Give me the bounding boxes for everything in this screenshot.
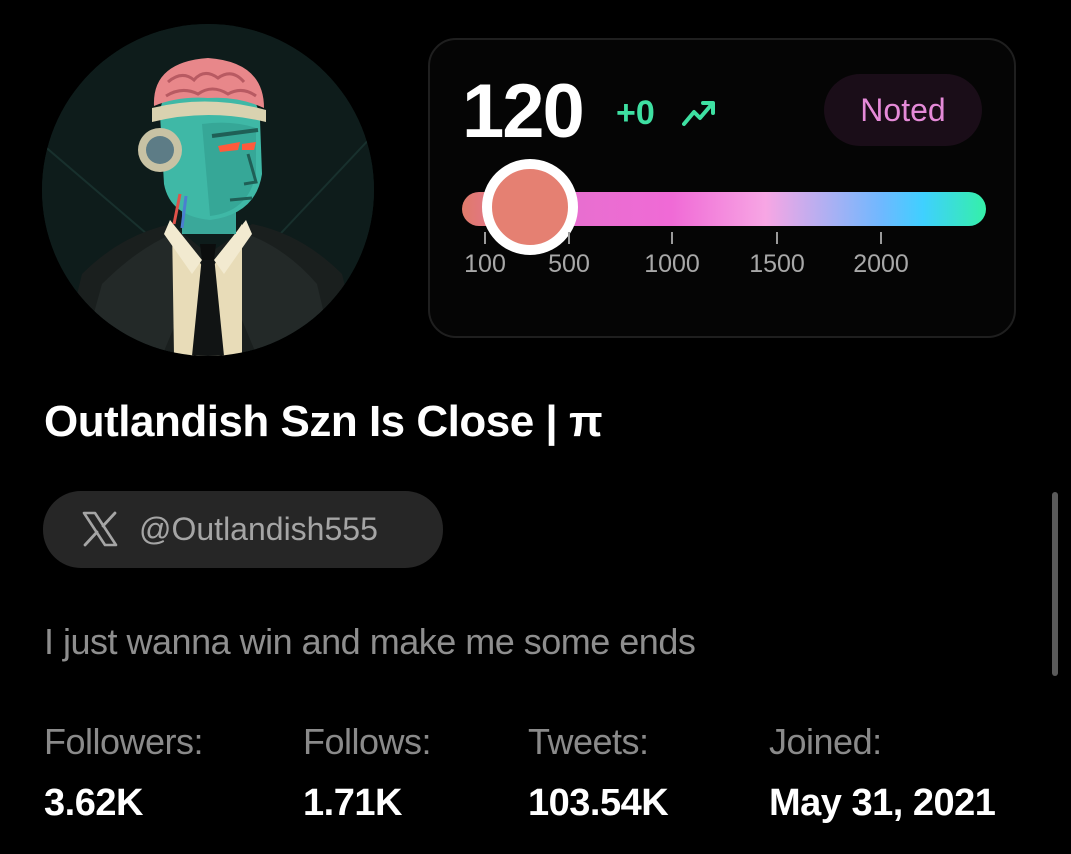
slider-tick — [671, 232, 673, 244]
handle-text: @Outlandish555 — [139, 511, 378, 547]
slider-tick-label: 2000 — [853, 250, 909, 278]
profile-bio: I just wanna win and make me some ends — [44, 621, 696, 662]
handle-link[interactable]: @Outlandish555 — [43, 491, 443, 568]
stat-label: Follows: — [303, 721, 432, 762]
stat-followers[interactable]: Followers: 3.62K — [44, 720, 204, 827]
slider-tick-label: 1500 — [749, 250, 805, 278]
slider-tick-label: 100 — [464, 250, 506, 278]
slider-tick — [776, 232, 778, 244]
slider-tick — [568, 232, 570, 244]
slider-tick — [880, 232, 882, 244]
stat-follows[interactable]: Follows: 1.71K — [303, 720, 432, 827]
score-slider-thumb[interactable] — [482, 159, 578, 255]
slider-tick-label: 500 — [548, 250, 590, 278]
stat-value: 103.54K — [528, 782, 669, 825]
stat-label: Followers: — [44, 721, 204, 762]
stat-label: Joined: — [769, 721, 882, 762]
stat-joined: Joined: May 31, 2021 — [769, 720, 996, 827]
stat-tweets[interactable]: Tweets: 103.54K — [528, 720, 669, 827]
score-value: 120 — [462, 69, 585, 154]
trend-up-icon — [682, 101, 715, 126]
stat-value: 1.71K — [303, 782, 402, 825]
score-card: 120 +0 Noted 100 500 1000 1500 2000 — [428, 38, 1016, 338]
stat-label: Tweets: — [528, 721, 649, 762]
x-logo-icon — [82, 511, 118, 547]
slider-tick-label: 1000 — [644, 250, 700, 278]
slider-tick — [484, 232, 486, 244]
robot-brain-avatar-icon — [42, 24, 374, 356]
profile-avatar[interactable] — [42, 24, 374, 356]
scrollbar[interactable] — [1052, 492, 1058, 676]
stat-value: May 31, 2021 — [769, 782, 996, 825]
stat-value: 3.62K — [44, 782, 143, 825]
score-delta: +0 — [616, 94, 655, 132]
noted-button[interactable]: Noted — [824, 74, 982, 146]
display-name: Outlandish Szn Is Close | π — [44, 397, 603, 446]
